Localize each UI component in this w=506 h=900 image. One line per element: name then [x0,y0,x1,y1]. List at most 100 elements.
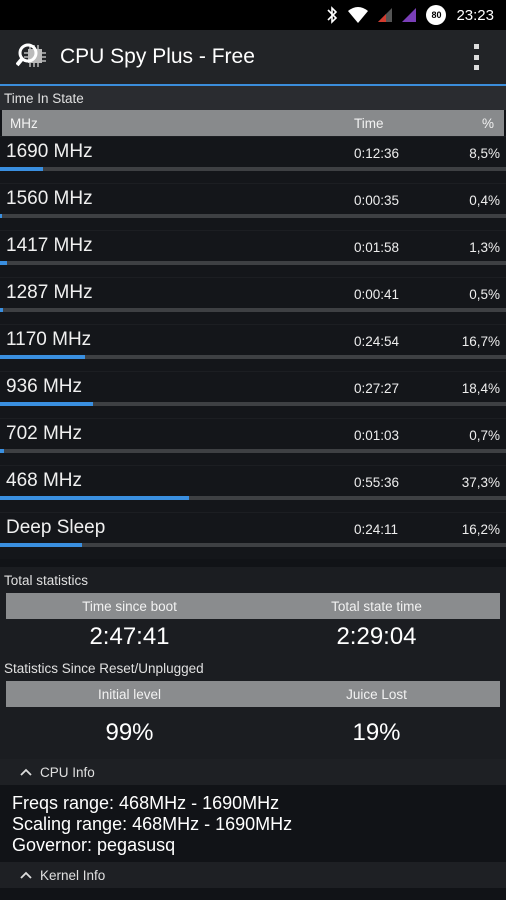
state-row: 1287 MHz 0:00:41 0,5% [0,277,506,324]
state-frequency: Deep Sleep [6,517,106,538]
state-time: 0:01:03 [354,428,400,443]
total-statistics-header: Time since boot Total state time [6,593,500,619]
cpu-info-header[interactable]: CPU Info [0,759,506,785]
state-percent: 16,2% [461,522,500,537]
state-time: 0:27:27 [354,381,400,396]
time-since-boot-label: Time since boot [82,598,177,614]
overflow-menu-button[interactable] [470,44,482,70]
overflow-dot-icon [473,65,479,70]
state-percent: 8,5% [469,146,500,161]
state-progress-fill [0,214,3,218]
total-statistics-values: 2:47:41 2:29:04 [6,619,500,655]
wifi-icon [348,7,369,23]
reset-statistics-panel: Initial level Juice Lost 99% 19% [0,681,506,759]
state-frequency: 468 MHz [6,470,83,491]
state-row: 468 MHz 0:55:36 37,3% [0,465,506,512]
state-percent: 16,7% [461,334,500,349]
cpu-info-body: Freqs range: 468MHz - 1690MHz Scaling ra… [0,785,506,862]
app-title: CPU Spy Plus - Free [60,45,255,68]
state-time: 0:55:36 [354,475,400,490]
kernel-info-title: Kernel Info [40,867,106,883]
action-bar: CPU Spy Plus - Free [0,30,506,86]
state-progress-track [0,308,506,312]
state-progress-fill [0,496,189,500]
state-frequency: 1690 MHz [6,141,93,162]
state-progress-track [0,214,506,218]
state-progress-track [0,261,506,265]
state-frequency: 702 MHz [6,423,83,444]
reset-statistics-values: 99% 19% [6,707,500,759]
app-logo-icon [15,39,52,75]
total-statistics-panel: Time since boot Total state time 2:47:41… [0,593,506,655]
total-statistics-label: Total statistics [0,567,506,593]
state-frequency: 1560 MHz [6,188,93,209]
state-row: Deep Sleep 0:24:11 16,2% [0,512,506,559]
time-in-state-header: Time In State [0,86,506,110]
state-row: 1560 MHz 0:00:35 0,4% [0,183,506,230]
state-time: 0:01:58 [354,240,400,255]
state-percent: 0,4% [469,193,500,208]
signal-icon-1 [378,8,393,22]
state-row: 702 MHz 0:01:03 0,7% [0,418,506,465]
state-progress-fill [0,402,94,406]
cpu-info-line: Freqs range: 468MHz - 1690MHz [12,793,280,813]
state-percent: 0,5% [469,287,500,302]
cpu-info-title: CPU Info [40,764,95,780]
reset-statistics-label: Statistics Since Reset/Unplugged [0,655,506,681]
column-time: Time [354,115,384,131]
state-time: 0:00:35 [354,193,400,208]
chevron-up-icon [12,871,40,879]
state-list: 1690 MHz 0:12:36 8,5% 1560 MHz 0:00:35 0… [0,136,506,559]
state-progress-fill [0,261,7,265]
state-row: 1690 MHz 0:12:36 8,5% [0,136,506,183]
state-time: 0:24:54 [354,334,400,349]
state-progress-fill [0,543,82,547]
initial-level-value: 99% [105,719,154,746]
column-percent: % [481,115,494,131]
cpu-info-line: Governor: pegasusq [12,835,176,855]
status-bar: 80 23:23 [0,0,506,30]
state-percent: 18,4% [461,381,500,396]
total-state-time-label: Total state time [331,598,422,614]
state-row: 1170 MHz 0:24:54 16,7% [0,324,506,371]
state-progress-fill [0,167,43,171]
initial-level-label: Initial level [97,686,162,702]
juice-lost-label: Juice Lost [346,686,407,702]
state-frequency: 1417 MHz [6,235,93,256]
total-state-time-value: 2:29:04 [336,623,417,650]
cpu-info-line: Scaling range: 468MHz - 1690MHz [12,814,293,834]
state-progress-track [0,355,506,359]
state-time: 0:00:41 [354,287,400,302]
state-progress-track [0,449,506,453]
overflow-dot-icon [473,54,479,60]
state-time: 0:12:36 [354,146,400,161]
battery-icon: 80 [426,5,447,25]
state-progress-fill [0,355,85,359]
state-percent: 1,3% [469,240,500,255]
overflow-dot-icon [473,44,479,49]
signal-icon-2 [402,8,417,22]
state-row: 936 MHz 0:27:27 18,4% [0,371,506,418]
state-frequency: 1287 MHz [6,282,93,303]
state-progress-track [0,402,506,406]
state-progress-track [0,167,506,171]
reset-statistics-header: Initial level Juice Lost [6,681,500,707]
spacer [0,559,506,567]
kernel-info-header[interactable]: Kernel Info [0,862,506,888]
state-time: 0:24:11 [354,522,399,537]
state-frequency: 936 MHz [6,376,83,397]
state-row: 1417 MHz 0:01:58 1,3% [0,230,506,277]
state-column-header: MHz Time % [2,110,504,136]
state-percent: 37,3% [461,475,500,490]
state-progress-track [0,496,506,500]
bluetooth-icon [326,6,338,24]
juice-lost-value: 19% [352,719,401,746]
state-progress-fill [0,449,4,453]
state-frequency: 1170 MHz [6,329,92,350]
state-progress-track [0,543,506,547]
column-mhz: MHz [10,115,38,131]
chevron-up-icon [12,768,40,776]
state-percent: 0,7% [469,428,500,443]
status-time: 23:23 [456,6,494,24]
state-progress-fill [0,308,3,312]
